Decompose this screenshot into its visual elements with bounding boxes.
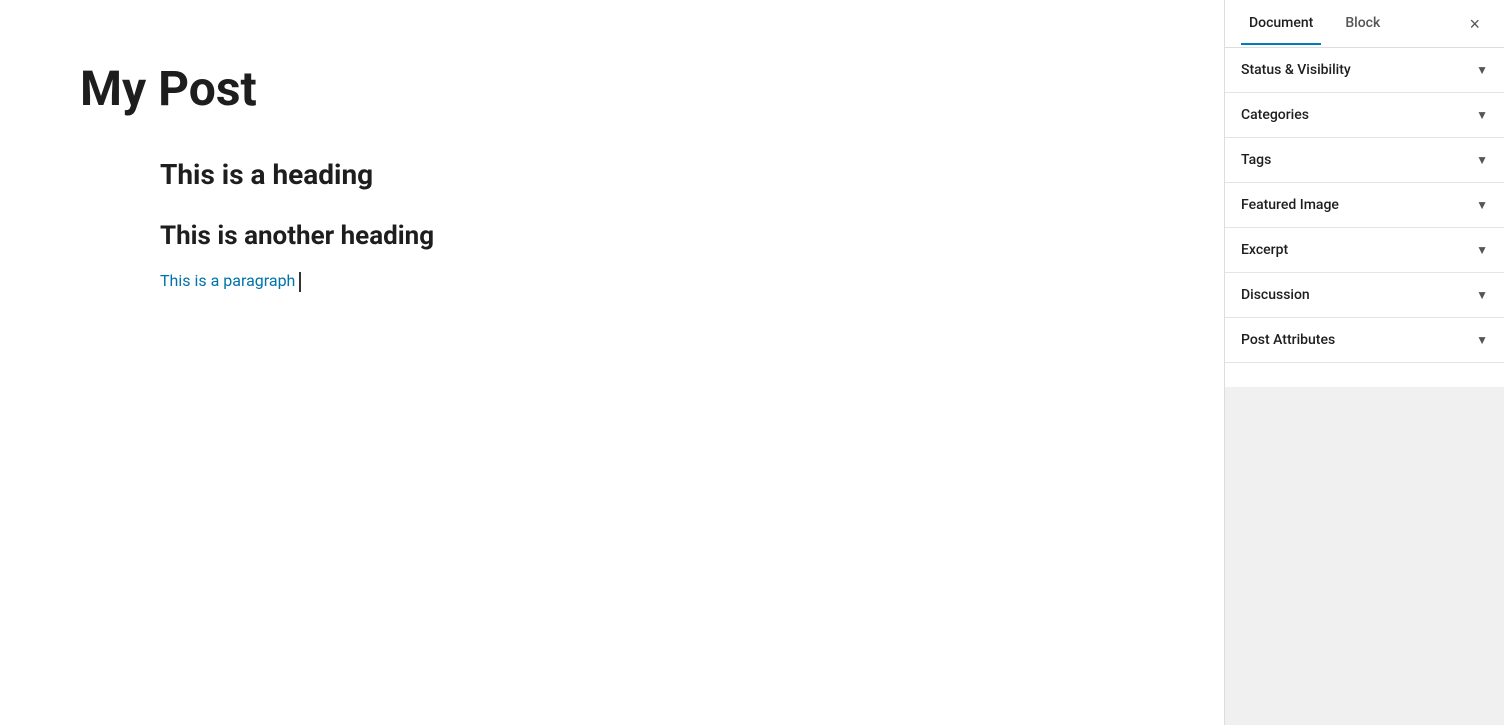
chevron-status-visibility-icon: ▼ bbox=[1476, 63, 1488, 77]
sidebar-bottom-area bbox=[1225, 387, 1504, 725]
heading-block-1[interactable]: This is a heading bbox=[160, 158, 860, 191]
panel-status-visibility[interactable]: Status & Visibility ▼ bbox=[1225, 48, 1504, 93]
panel-discussion[interactable]: Discussion ▼ bbox=[1225, 273, 1504, 318]
chevron-categories-icon: ▼ bbox=[1476, 108, 1488, 122]
document-sidebar: Document Block × Status & Visibility ▼ C… bbox=[1224, 0, 1504, 725]
chevron-tags-icon: ▼ bbox=[1476, 153, 1488, 167]
heading-block-2[interactable]: This is another heading bbox=[160, 221, 860, 251]
chevron-featured-image-icon: ▼ bbox=[1476, 198, 1488, 212]
sidebar-close-button[interactable]: × bbox=[1461, 11, 1488, 37]
post-content: This is a heading This is another headin… bbox=[160, 158, 860, 292]
sidebar-panels: Status & Visibility ▼ Categories ▼ Tags … bbox=[1225, 48, 1504, 387]
paragraph-block[interactable]: This is a paragraph bbox=[160, 271, 860, 292]
chevron-post-attributes-icon: ▼ bbox=[1476, 333, 1488, 347]
text-cursor bbox=[299, 272, 301, 292]
tab-document[interactable]: Document bbox=[1241, 3, 1321, 45]
panel-featured-image[interactable]: Featured Image ▼ bbox=[1225, 183, 1504, 228]
tab-block[interactable]: Block bbox=[1337, 3, 1388, 45]
panel-post-attributes[interactable]: Post Attributes ▼ bbox=[1225, 318, 1504, 363]
editor-area: My Post This is a heading This is anothe… bbox=[0, 0, 1224, 725]
panel-excerpt[interactable]: Excerpt ▼ bbox=[1225, 228, 1504, 273]
panel-tags[interactable]: Tags ▼ bbox=[1225, 138, 1504, 183]
sidebar-tab-bar: Document Block × bbox=[1225, 0, 1504, 48]
panel-categories[interactable]: Categories ▼ bbox=[1225, 93, 1504, 138]
chevron-discussion-icon: ▼ bbox=[1476, 288, 1488, 302]
chevron-excerpt-icon: ▼ bbox=[1476, 243, 1488, 257]
post-title[interactable]: My Post bbox=[80, 60, 1144, 118]
